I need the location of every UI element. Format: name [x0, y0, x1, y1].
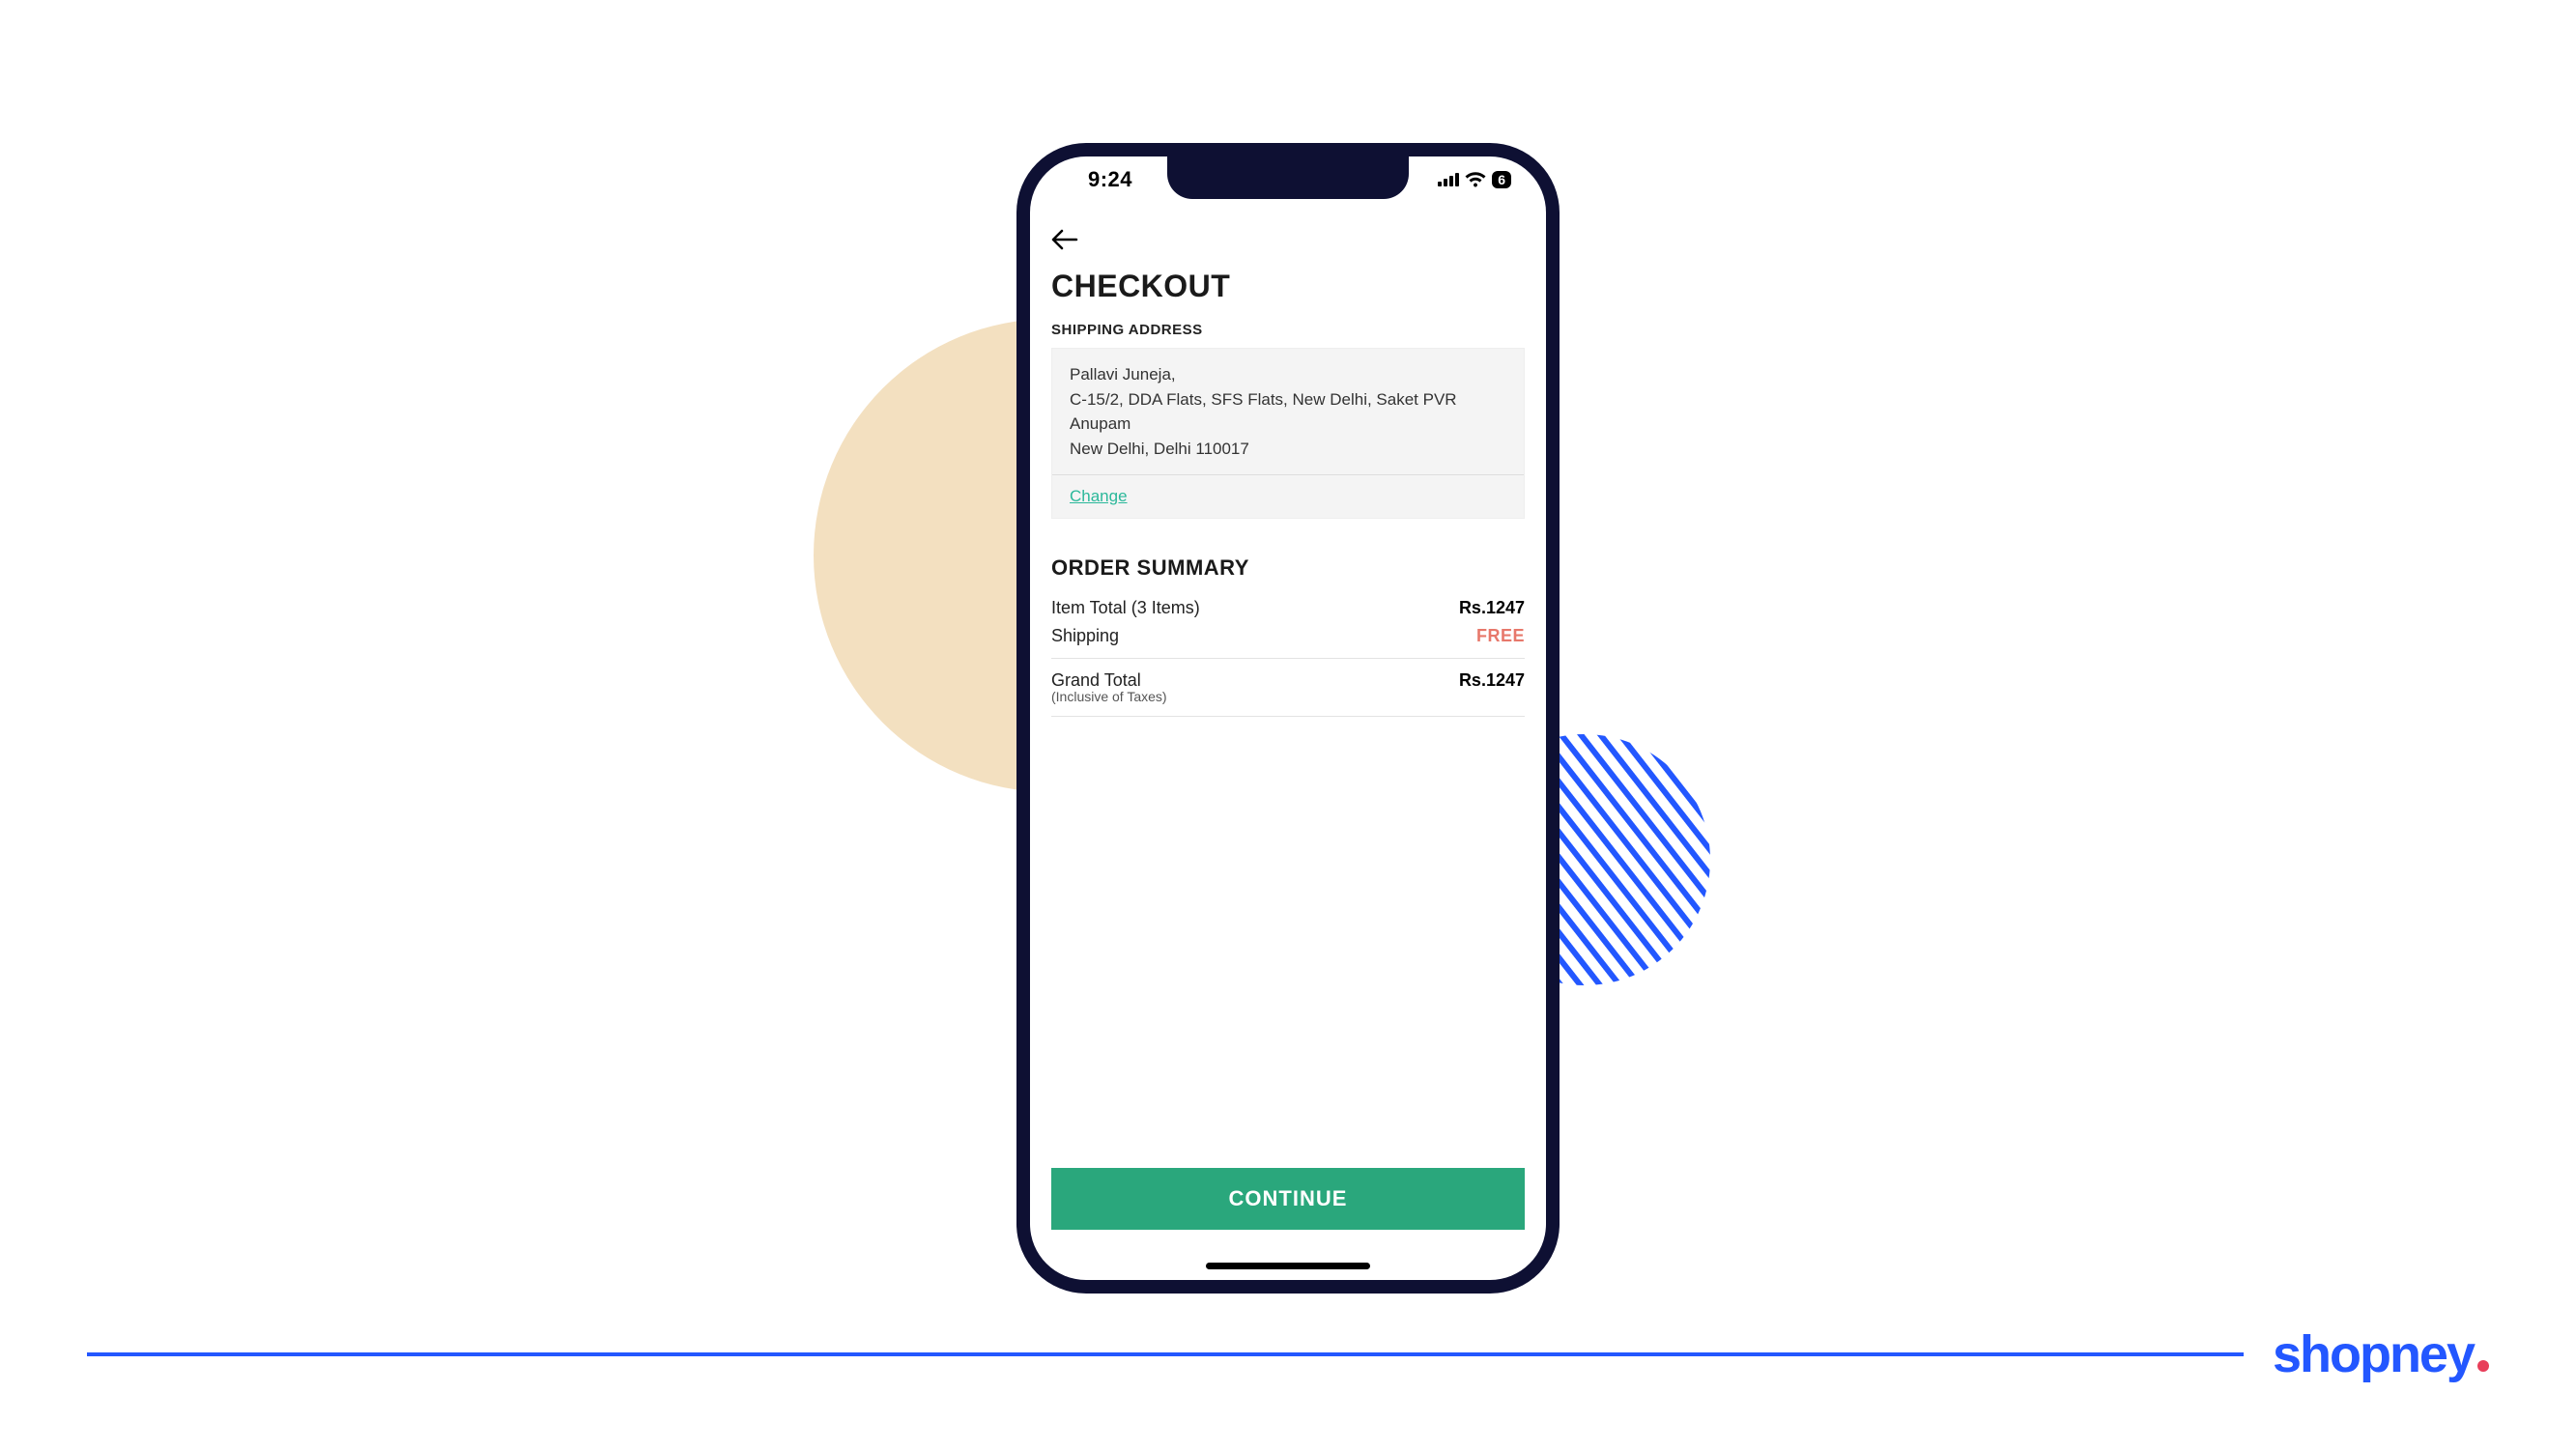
back-icon[interactable] — [1051, 226, 1078, 256]
page-title: CHECKOUT — [1051, 269, 1525, 304]
summary-row-shipping: Shipping FREE — [1051, 622, 1525, 650]
address-line-1: Pallavi Juneja, — [1070, 362, 1506, 387]
brand-dot-icon — [2477, 1360, 2489, 1372]
grand-total-label: Grand Total — [1051, 670, 1141, 690]
shipping-value: FREE — [1476, 626, 1525, 646]
grand-total-value: Rs.1247 — [1459, 670, 1525, 691]
home-indicator — [1206, 1263, 1370, 1269]
summary-row-item-total: Item Total (3 Items) Rs.1247 — [1051, 594, 1525, 622]
item-total-value: Rs.1247 — [1459, 598, 1525, 618]
divider — [1051, 716, 1525, 717]
continue-button[interactable]: CONTINUE — [1051, 1168, 1525, 1230]
order-summary: ORDER SUMMARY Item Total (3 Items) Rs.12… — [1051, 555, 1525, 717]
phone-screen: 9:24 6 — [1030, 156, 1546, 1280]
divider — [1051, 658, 1525, 659]
item-total-label: Item Total (3 Items) — [1051, 598, 1200, 618]
order-summary-title: ORDER SUMMARY — [1051, 555, 1525, 581]
grand-total-sub: (Inclusive of Taxes) — [1051, 689, 1167, 704]
address-line-3: New Delhi, Delhi 110017 — [1070, 437, 1506, 462]
shipping-label: Shipping — [1051, 626, 1119, 646]
brand-logo: shopney — [2273, 1328, 2489, 1380]
change-address-link[interactable]: Change — [1070, 487, 1128, 505]
brand-footer: shopney — [87, 1328, 2489, 1380]
shipping-address-card: Pallavi Juneja, C-15/2, DDA Flats, SFS F… — [1051, 348, 1525, 519]
brand-name: shopney — [2273, 1328, 2474, 1380]
shipping-address-text: Pallavi Juneja, C-15/2, DDA Flats, SFS F… — [1052, 349, 1524, 474]
shipping-address-label: SHIPPING ADDRESS — [1051, 322, 1525, 338]
brand-underline — [87, 1352, 2244, 1356]
summary-row-grand-total: Grand Total (Inclusive of Taxes) Rs.1247 — [1051, 667, 1525, 708]
address-line-2: C-15/2, DDA Flats, SFS Flats, New Delhi,… — [1070, 387, 1506, 437]
phone-frame: 9:24 6 — [1016, 143, 1560, 1294]
